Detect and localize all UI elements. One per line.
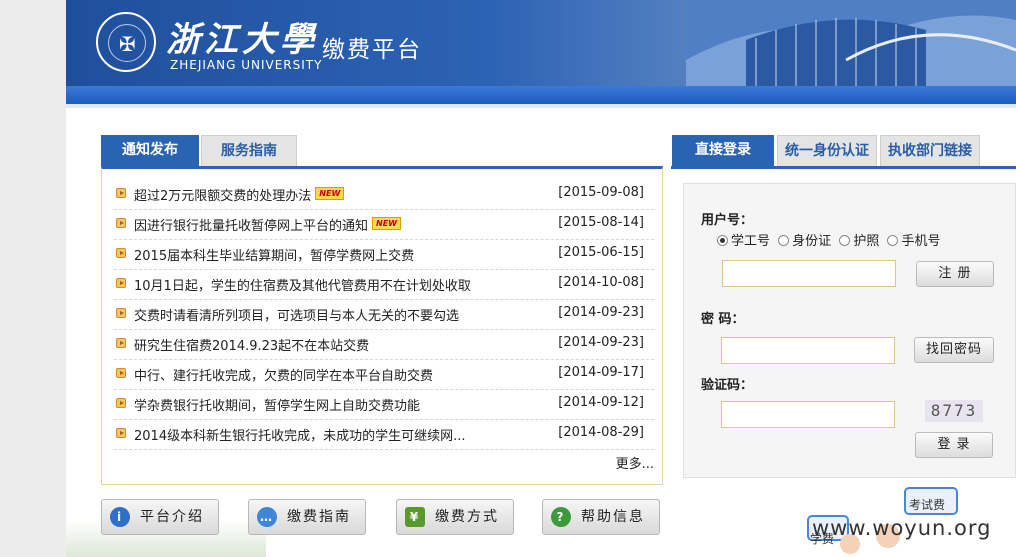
id-type-label: 手机号 bbox=[901, 234, 941, 249]
university-name-en: ZHEJIANG UNIVERSITY bbox=[170, 58, 323, 72]
bullet-icon bbox=[116, 398, 126, 408]
password-input[interactable] bbox=[721, 337, 895, 364]
news-item[interactable]: 2014级本科新生银行托收完成，未成功的学生可继续网... [2014-08-2… bbox=[114, 419, 654, 450]
username-label: 用户号： bbox=[701, 213, 754, 228]
news-date: [2015-09-08] bbox=[558, 185, 644, 200]
news-date: [2014-09-12] bbox=[558, 395, 644, 410]
news-date: [2015-06-15] bbox=[558, 245, 644, 260]
news-date: [2014-08-29] bbox=[558, 425, 644, 440]
radio-checked-icon[interactable] bbox=[717, 235, 728, 246]
register-button[interactable]: 注 册 bbox=[916, 261, 994, 287]
new-badge-icon: NEW bbox=[315, 187, 345, 200]
chat-bubble-icon: … bbox=[257, 507, 277, 527]
news-list: 超过2万元限额交费的处理办法 NEW [2015-09-08] 因进行银行批量托收… bbox=[101, 166, 663, 485]
news-date: [2015-08-14] bbox=[558, 215, 644, 230]
news-item[interactable]: 交费时请看清所列项目，可选项目与本人无关的不要勾选 [2014-09-23] bbox=[114, 299, 654, 330]
platform-intro-button[interactable]: i 平台介绍 bbox=[101, 499, 219, 535]
tab-unified-auth[interactable]: 统一身份认证 bbox=[777, 135, 877, 166]
news-item[interactable]: 10月1日起，学生的住宿费及其他代管费用不在计划处收取 [2014-10-08] bbox=[114, 269, 654, 300]
login-button[interactable]: 登 录 bbox=[915, 432, 993, 458]
news-title[interactable]: 2014级本科新生银行托收完成，未成功的学生可继续网... bbox=[134, 425, 465, 444]
bottom-button-label: 缴费指南 bbox=[287, 509, 351, 525]
news-item[interactable]: 2015届本科生毕业结算期间，暂停学费网上交费 [2015-06-15] bbox=[114, 239, 654, 270]
captcha-input[interactable] bbox=[721, 401, 895, 428]
bullet-icon bbox=[116, 338, 126, 348]
news-item[interactable]: 因进行银行批量托收暂停网上平台的通知 NEW [2015-08-14] bbox=[114, 209, 654, 240]
bottom-button-label: 缴费方式 bbox=[435, 509, 499, 525]
captcha-image[interactable]: 8773 bbox=[925, 400, 983, 422]
radio-icon[interactable] bbox=[778, 235, 790, 246]
tab-service-guide[interactable]: 服务指南 bbox=[201, 135, 297, 166]
news-title[interactable]: 因进行银行批量托收暂停网上平台的通知 bbox=[134, 219, 368, 234]
news-title[interactable]: 学杂费银行托收期间，暂停学生网上自助交费功能 bbox=[134, 395, 420, 414]
news-date: [2014-09-17] bbox=[558, 365, 644, 380]
news-title[interactable]: 研究生住宿费2014.9.23起不在本站交费 bbox=[134, 335, 369, 354]
header-divider bbox=[66, 104, 1016, 108]
header-banner: ✠ 浙江大學 ZHEJIANG UNIVERSITY 缴费平台 bbox=[66, 0, 1016, 88]
news-date: [2014-09-23] bbox=[558, 335, 644, 350]
id-type-option[interactable]: 手机号 bbox=[887, 234, 940, 249]
news-title[interactable]: 交费时请看清所列项目，可选项目与本人无关的不要勾选 bbox=[134, 305, 459, 324]
new-badge-icon: NEW bbox=[372, 217, 401, 230]
news-date: [2014-09-23] bbox=[558, 305, 644, 320]
news-date: [2014-10-08] bbox=[558, 275, 644, 290]
radio-icon[interactable] bbox=[839, 235, 851, 246]
news-title[interactable]: 中行、建行托收完成，欠费的同学在本平台自助交费 bbox=[134, 365, 433, 384]
news-item[interactable]: 中行、建行托收完成，欠费的同学在本平台自助交费 [2014-09-17] bbox=[114, 359, 654, 390]
info-icon: i bbox=[110, 507, 130, 527]
bullet-icon bbox=[116, 368, 126, 378]
university-name-cn: 浙江大學 bbox=[166, 20, 318, 60]
news-item[interactable]: 学杂费银行托收期间，暂停学生网上自助交费功能 [2014-09-12] bbox=[114, 389, 654, 420]
id-type-option[interactable]: 护照 bbox=[839, 234, 879, 249]
tab-direct-login[interactable]: 直接登录 bbox=[672, 135, 774, 166]
building-illustration bbox=[686, 0, 1016, 88]
zju-logo-icon: ✠ bbox=[96, 12, 156, 72]
cash-register-icon: ¥ bbox=[405, 507, 425, 527]
question-icon: ? bbox=[551, 507, 571, 527]
news-title[interactable]: 2015届本科生毕业结算期间，暂停学费网上交费 bbox=[134, 245, 414, 264]
bullet-icon bbox=[116, 308, 126, 318]
id-type-option[interactable]: 学工号 bbox=[717, 234, 770, 249]
watermark: www.woyun.org bbox=[812, 516, 992, 540]
login-panel: 用户号： 学工号 身份证 护照 手机号 注 册 密 码： 找回密码 验证码： 8… bbox=[671, 166, 1016, 485]
news-title[interactable]: 10月1日起，学生的住宿费及其他代管费用不在计划处收取 bbox=[134, 275, 471, 294]
payment-guide-button[interactable]: … 缴费指南 bbox=[248, 499, 366, 535]
recover-password-button[interactable]: 找回密码 bbox=[914, 337, 994, 363]
bullet-icon bbox=[116, 248, 126, 258]
tab-notice[interactable]: 通知发布 bbox=[101, 135, 199, 166]
password-label: 密 码： bbox=[701, 312, 745, 327]
news-title[interactable]: 超过2万元限额交费的处理办法 bbox=[134, 189, 311, 204]
more-link[interactable]: 更多... bbox=[616, 453, 654, 472]
bullet-icon bbox=[116, 278, 126, 288]
id-type-label: 护照 bbox=[853, 234, 880, 249]
payment-method-button[interactable]: ¥ 缴费方式 bbox=[396, 499, 514, 535]
platform-title: 缴费平台 bbox=[322, 37, 422, 63]
bottom-button-label: 平台介绍 bbox=[140, 509, 204, 525]
id-type-label: 身份证 bbox=[792, 234, 832, 249]
left-margin bbox=[0, 0, 66, 557]
bullet-icon bbox=[116, 188, 126, 198]
bullet-icon bbox=[116, 218, 126, 228]
exam-fee-label: 考试费 bbox=[909, 498, 946, 512]
help-info-button[interactable]: ? 帮助信息 bbox=[542, 499, 660, 535]
news-item[interactable]: 研究生住宿费2014.9.23起不在本站交费 [2014-09-23] bbox=[114, 329, 654, 360]
header-strip bbox=[66, 86, 1016, 104]
id-type-option[interactable]: 身份证 bbox=[778, 234, 831, 249]
radio-icon[interactable] bbox=[887, 235, 899, 246]
captcha-label: 验证码： bbox=[701, 378, 754, 393]
username-input[interactable] bbox=[722, 260, 896, 287]
id-type-label: 学工号 bbox=[731, 234, 771, 249]
id-type-group: 学工号 身份证 护照 手机号 bbox=[717, 230, 944, 249]
news-item[interactable]: 超过2万元限额交费的处理办法 NEW [2015-09-08] bbox=[114, 179, 654, 210]
bottom-button-label: 帮助信息 bbox=[581, 509, 645, 525]
login-form: 用户号： 学工号 身份证 护照 手机号 注 册 密 码： 找回密码 验证码： 8… bbox=[683, 183, 1016, 478]
bullet-icon bbox=[116, 428, 126, 438]
tab-department-link[interactable]: 执收部门链接 bbox=[880, 135, 980, 166]
